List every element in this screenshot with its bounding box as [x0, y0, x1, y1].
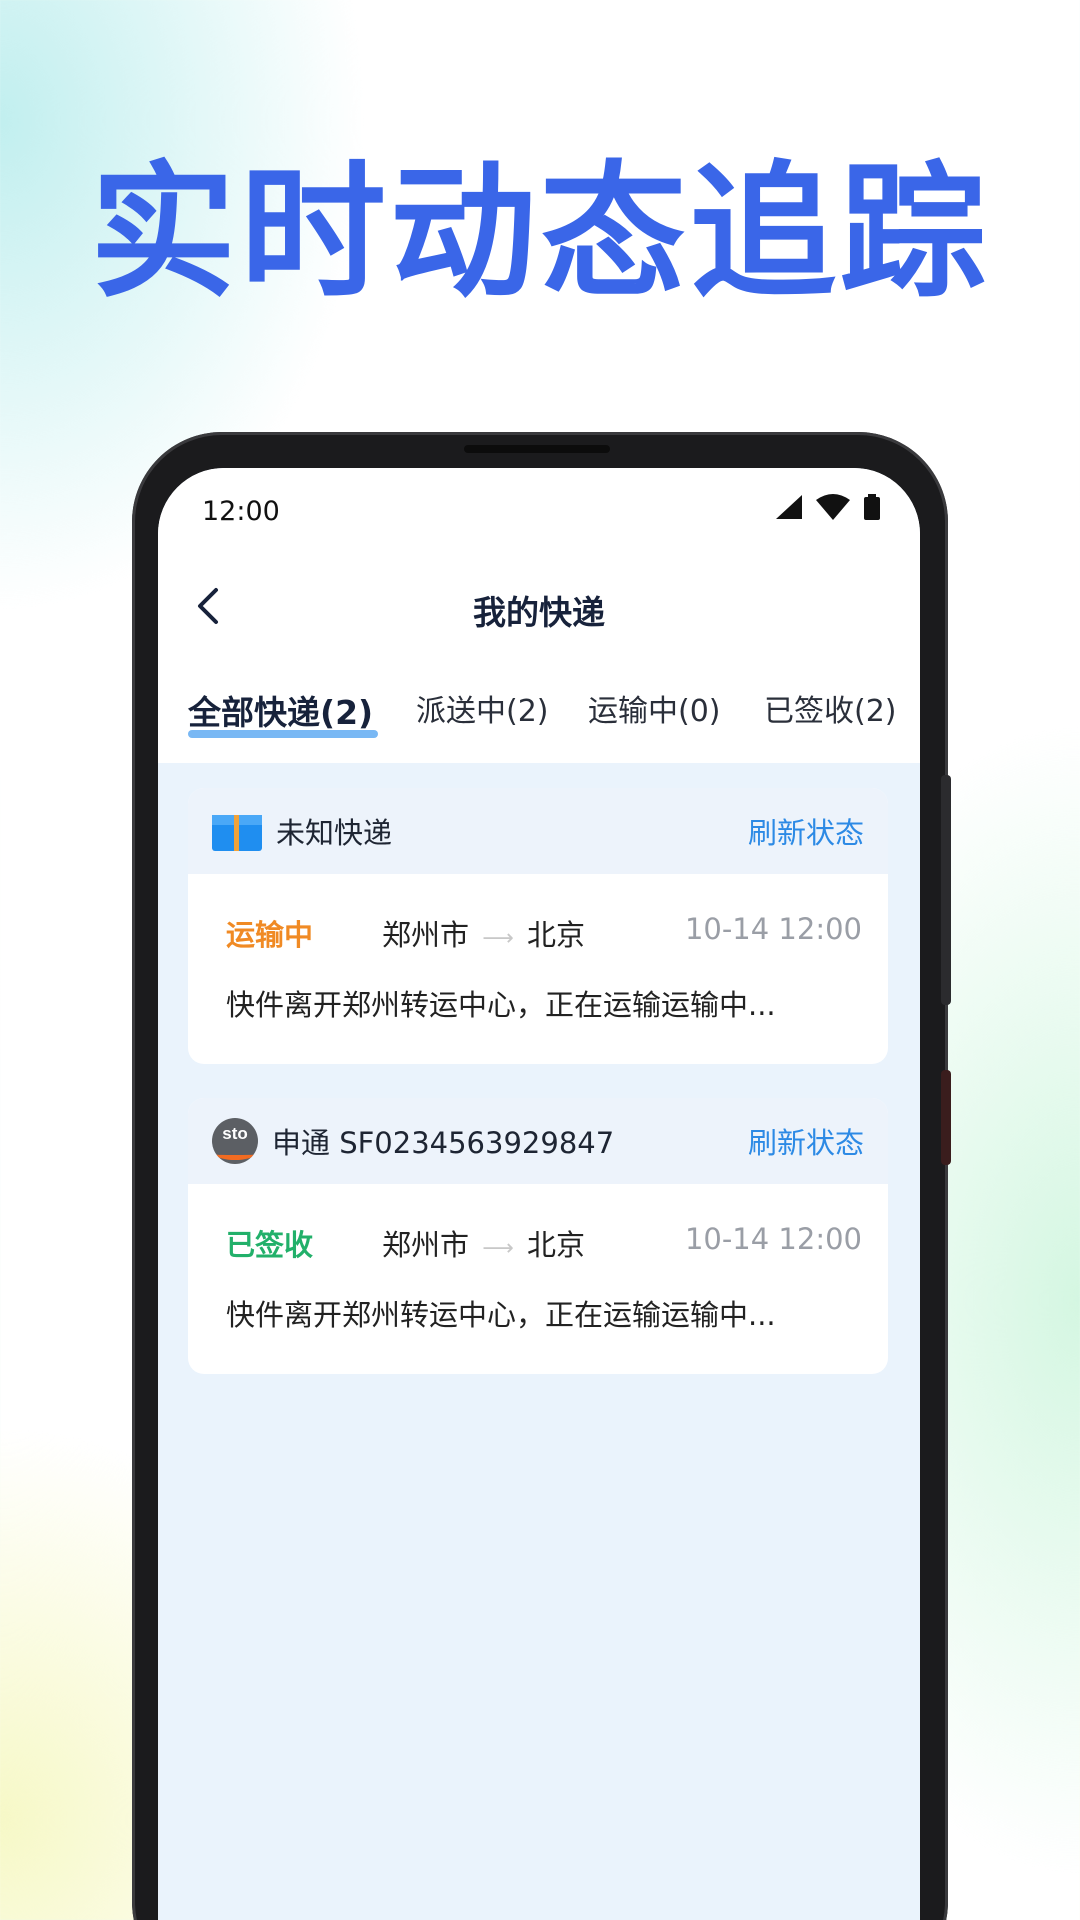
route-from: 郑州市 [382, 918, 470, 952]
tab-active-indicator [188, 730, 378, 738]
package-card-header: sto 申通 SF0234563929847 刷新状态 [188, 1098, 888, 1184]
header-area: 12:00 我的快递 全部快递(2) 派送中(2) 运输中(0) 已签收(2) [158, 468, 920, 763]
package-time: 10-14 12:00 [684, 912, 862, 946]
route-to: 北京 [527, 918, 586, 952]
sto-logo-icon: sto [212, 1118, 258, 1164]
package-route: 郑州市 ⟶ 北京 [382, 1222, 585, 1264]
tab-label: 全部快递(2) [188, 693, 374, 732]
signal-icon [776, 495, 802, 519]
package-card[interactable]: sto 申通 SF0234563929847 刷新状态 已签收 郑州市 ⟶ 北京… [188, 1098, 888, 1374]
status-bar-icons [776, 494, 880, 520]
status-bar-time: 12:00 [202, 496, 280, 527]
page-title: 我的快递 [473, 593, 605, 632]
package-description: 快件离开郑州转运中心，正在运输运输中... [226, 988, 776, 1022]
wifi-icon [816, 494, 850, 520]
route-from: 郑州市 [382, 1228, 470, 1262]
carrier-name: 申通 SF0234563929847 [272, 1126, 615, 1160]
package-route-row: 已签收 郑州市 ⟶ 北京 10-14 12:00 [188, 1184, 888, 1284]
phone-speaker-grille [464, 445, 610, 453]
phone-power-button [941, 1070, 951, 1165]
package-route: 郑州市 ⟶ 北京 [382, 912, 585, 954]
tab-all[interactable]: 全部快递(2) [188, 686, 378, 738]
refresh-status-button[interactable]: 刷新状态 [748, 1120, 864, 1162]
tab-in-transit[interactable]: 运输中(0) [588, 686, 721, 730]
refresh-status-button[interactable]: 刷新状态 [748, 810, 864, 852]
route-arrow-icon: ⟶ [482, 926, 514, 951]
tab-delivering[interactable]: 派送中(2) [416, 686, 549, 730]
battery-icon [864, 494, 880, 520]
package-route-row: 运输中 郑州市 ⟶ 北京 10-14 12:00 [188, 874, 888, 974]
package-box-icon [212, 815, 262, 851]
promo-headline: 实时动态追踪 [90, 148, 990, 318]
package-status: 运输中 [226, 918, 314, 952]
package-card-header: 未知快递 刷新状态 [188, 788, 888, 874]
package-time: 10-14 12:00 [684, 1222, 862, 1256]
package-card[interactable]: 未知快递 刷新状态 运输中 郑州市 ⟶ 北京 10-14 12:00 快件离开郑… [188, 788, 888, 1064]
route-to: 北京 [527, 1228, 586, 1262]
route-arrow-icon: ⟶ [482, 1236, 514, 1261]
carrier-name: 未知快递 [276, 816, 393, 850]
phone-screen: 12:00 我的快递 全部快递(2) 派送中(2) 运输中(0) 已签收(2) [158, 468, 920, 1920]
phone-volume-button [941, 775, 951, 1005]
tab-bar: 全部快递(2) 派送中(2) 运输中(0) 已签收(2) [188, 686, 920, 746]
package-status: 已签收 [226, 1228, 314, 1262]
package-description: 快件离开郑州转运中心，正在运输运输中... [226, 1298, 776, 1332]
tab-signed[interactable]: 已签收(2) [764, 686, 897, 730]
